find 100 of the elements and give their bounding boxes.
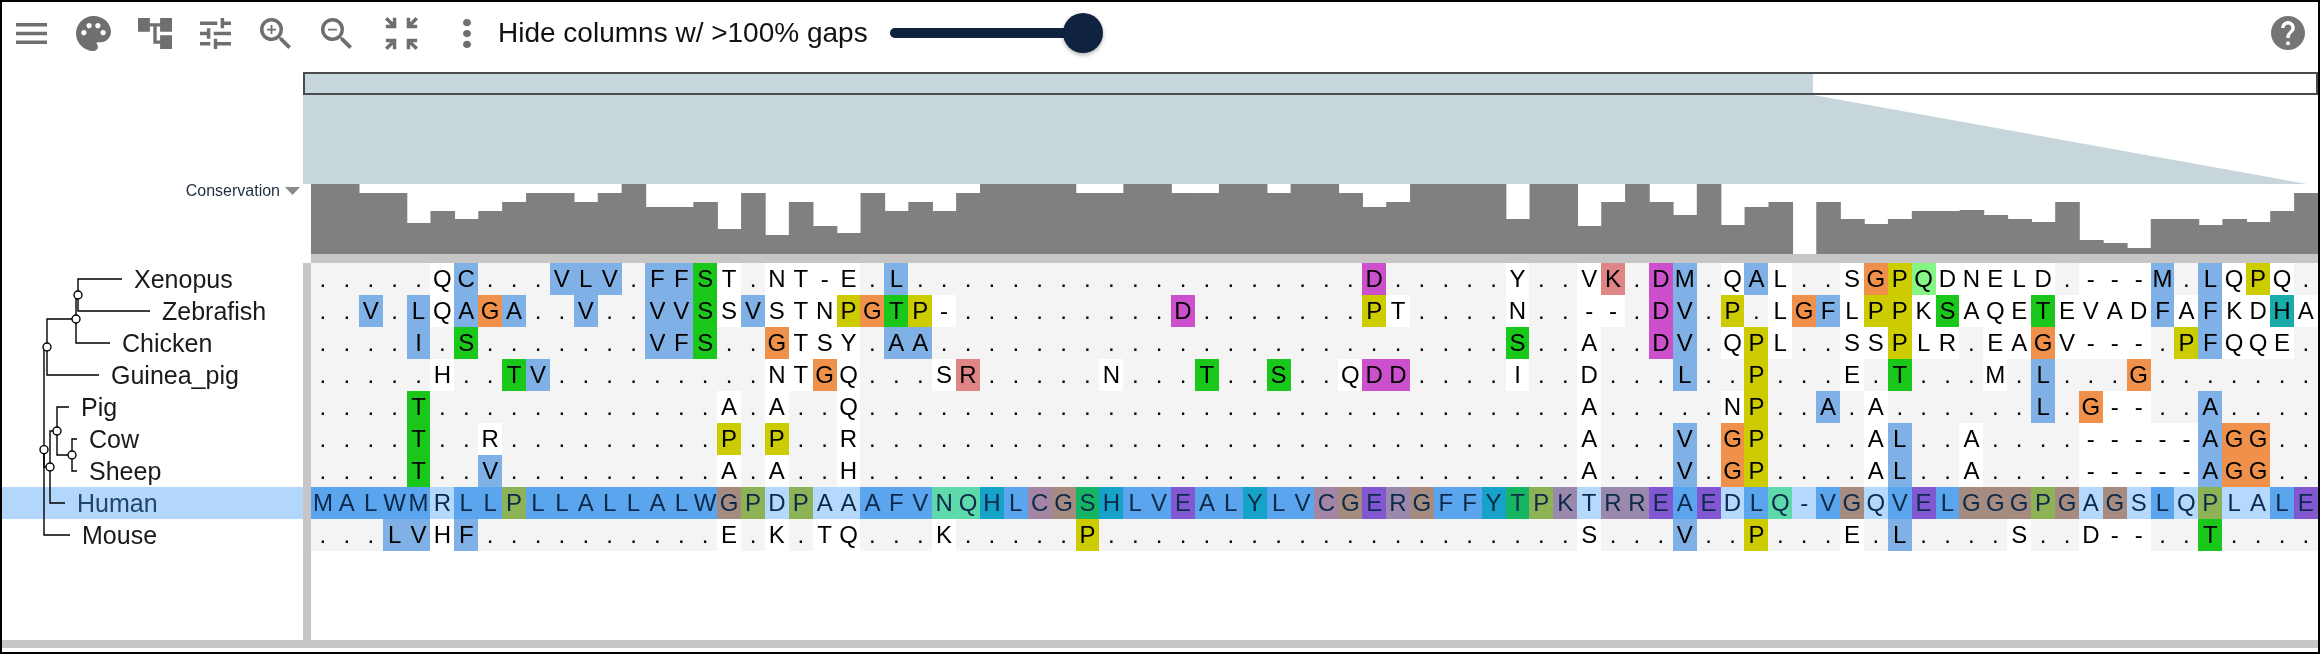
residue-cell: A xyxy=(573,487,598,519)
residue-cell: . xyxy=(788,423,813,455)
residue-cell: V xyxy=(1147,487,1172,519)
residue-cell: . xyxy=(621,519,646,551)
residue-cell: . xyxy=(2246,359,2271,391)
residue-cell: . xyxy=(430,455,455,487)
residue-cell: . xyxy=(502,327,526,359)
overview-bar[interactable] xyxy=(303,72,2318,95)
residue-cell: . xyxy=(1529,423,1554,455)
residue-cell: . xyxy=(1457,519,1482,551)
residue-cell: . xyxy=(1123,519,1148,551)
residue-cell: P xyxy=(1887,295,1912,327)
residue-cell: . xyxy=(573,327,598,359)
residue-cell: . xyxy=(549,455,574,487)
slider-thumb[interactable] xyxy=(1062,13,1103,53)
residue-cell: . xyxy=(621,423,646,455)
residue-cell: . xyxy=(1792,519,1817,551)
taxon-label[interactable]: Chicken xyxy=(122,330,213,356)
residue-cell: . xyxy=(669,391,694,423)
residue-cell: . xyxy=(1409,423,1434,455)
residue-cell: . xyxy=(860,391,885,423)
residue-cell: T xyxy=(1505,487,1530,519)
residue-cell: . xyxy=(1553,391,1578,423)
residue-cell: L xyxy=(1123,487,1148,519)
residue-cell: . xyxy=(1123,423,1148,455)
taxon-label[interactable]: Cow xyxy=(89,426,139,452)
taxon-label[interactable]: Guinea_pig xyxy=(111,362,239,388)
residue-cell: Y xyxy=(1481,487,1506,519)
menu-icon xyxy=(16,22,47,44)
help-icon xyxy=(2271,16,2305,50)
residue-cell: . xyxy=(1194,391,1219,423)
taxon-label[interactable]: Xenopus xyxy=(134,266,233,292)
residue-cell: . xyxy=(1481,519,1506,551)
residue-cell: . xyxy=(1099,327,1124,359)
residue-cell: . xyxy=(669,455,694,487)
residue-cell: . xyxy=(1696,455,1721,487)
residue-cell: . xyxy=(1601,519,1625,551)
residue-cell: . xyxy=(1553,295,1578,327)
residue-cell: . xyxy=(979,295,1004,327)
residue-cell: . xyxy=(1983,455,2008,487)
horizontal-scrollbar[interactable] xyxy=(2,640,2318,648)
residue-cell: L xyxy=(573,263,598,295)
taxon-label[interactable]: Mouse xyxy=(82,522,158,548)
residue-cell: . xyxy=(526,423,550,455)
residue-cell: . xyxy=(2270,391,2294,423)
residue-cell: H xyxy=(979,487,1004,519)
taxon-label[interactable]: Human xyxy=(77,490,158,516)
residue-cell: . xyxy=(1290,263,1315,295)
residue-cell: . xyxy=(1362,327,1387,359)
residue-cell: . xyxy=(1553,327,1578,359)
taxon-label[interactable]: Zebrafish xyxy=(162,298,267,324)
residue-cell: G xyxy=(717,487,742,519)
residue-cell: . xyxy=(1457,423,1482,455)
taxon-label[interactable]: Sheep xyxy=(89,458,162,484)
residue-cell: A xyxy=(1816,391,1840,423)
residue-cell: A xyxy=(860,487,885,519)
residue-cell: . xyxy=(1625,519,1649,551)
residue-cell: . xyxy=(1648,423,1673,455)
residue-cell: . xyxy=(693,423,718,455)
residue-cell: G xyxy=(1720,423,1745,455)
residue-cell: . xyxy=(860,455,885,487)
residue-cell: A xyxy=(1194,487,1219,519)
residue-cell: . xyxy=(1314,423,1339,455)
residue-cell: . xyxy=(1003,327,1028,359)
residue-cell: P xyxy=(1744,423,1769,455)
residue-cell: A xyxy=(1672,487,1697,519)
track-dropdown[interactable]: Conservation xyxy=(185,183,300,199)
residue-cell: G xyxy=(2007,487,2032,519)
residue-cell: . xyxy=(1433,359,1458,391)
residue-cell: . xyxy=(979,263,1004,295)
residue-cell: V xyxy=(645,295,670,327)
residue-cell: . xyxy=(2222,359,2247,391)
residue-cell: . xyxy=(1648,391,1673,423)
residue-cell: F xyxy=(669,327,694,359)
residue-cell: . xyxy=(1625,327,1649,359)
residue-cell: . xyxy=(2102,359,2127,391)
residue-cell: L xyxy=(2150,487,2175,519)
residue-cell: . xyxy=(669,423,694,455)
residue-cell: L xyxy=(884,263,909,295)
residue-cell: . xyxy=(1338,455,1363,487)
residue-cell: . xyxy=(860,519,885,551)
residue-cell: . xyxy=(311,455,335,487)
residue-cell: P xyxy=(908,295,933,327)
residue-cell: . xyxy=(1505,391,1530,423)
residue-cell: L xyxy=(1266,487,1291,519)
residue-cell: A xyxy=(2198,423,2223,455)
residue-cell: . xyxy=(1696,295,1721,327)
residue-cell: . xyxy=(693,519,718,551)
residue-cell: C xyxy=(454,263,479,295)
palette-icon xyxy=(76,15,111,51)
residue-cell: . xyxy=(334,455,359,487)
taxon-label[interactable]: Pig xyxy=(81,394,118,420)
residue-cell: . xyxy=(1242,295,1267,327)
residue-cell: . xyxy=(1290,455,1315,487)
residue-cell: L xyxy=(358,487,383,519)
residue-cell: . xyxy=(2270,359,2294,391)
residue-cell: . xyxy=(1529,359,1554,391)
residue-cell: P xyxy=(1744,359,1769,391)
residue-cell: . xyxy=(645,359,670,391)
residue-cell: . xyxy=(1529,519,1554,551)
